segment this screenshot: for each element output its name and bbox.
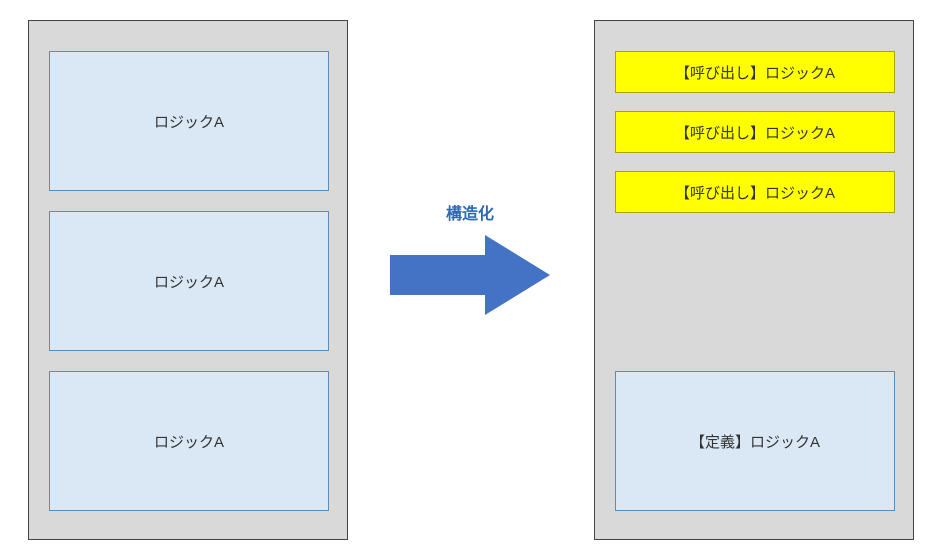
definition-box-label: 【定義】ロジックA xyxy=(690,431,820,452)
definition-box: 【定義】ロジックA xyxy=(615,371,895,511)
call-box: 【呼び出し】ロジックA xyxy=(615,111,895,153)
logic-box-label: ロジックA xyxy=(154,431,224,452)
logic-box-label: ロジックA xyxy=(154,271,224,292)
arrow-group: 構造化 xyxy=(375,200,565,320)
arrow-label: 構造化 xyxy=(375,200,565,224)
logic-box: ロジックA xyxy=(49,51,329,191)
call-box: 【呼び出し】ロジックA xyxy=(615,171,895,213)
call-box-label: 【呼び出し】ロジックA xyxy=(675,182,835,203)
logic-box-label: ロジックA xyxy=(154,111,224,132)
logic-box: ロジックA xyxy=(49,371,329,511)
logic-box: ロジックA xyxy=(49,211,329,351)
right-panel: 【呼び出し】ロジックA 【呼び出し】ロジックA 【呼び出し】ロジックA 【定義】… xyxy=(594,20,914,540)
arrow-icon xyxy=(390,230,550,320)
call-box-label: 【呼び出し】ロジックA xyxy=(675,122,835,143)
left-panel: ロジックA ロジックA ロジックA xyxy=(28,20,348,540)
call-box: 【呼び出し】ロジックA xyxy=(615,51,895,93)
call-box-label: 【呼び出し】ロジックA xyxy=(675,62,835,83)
